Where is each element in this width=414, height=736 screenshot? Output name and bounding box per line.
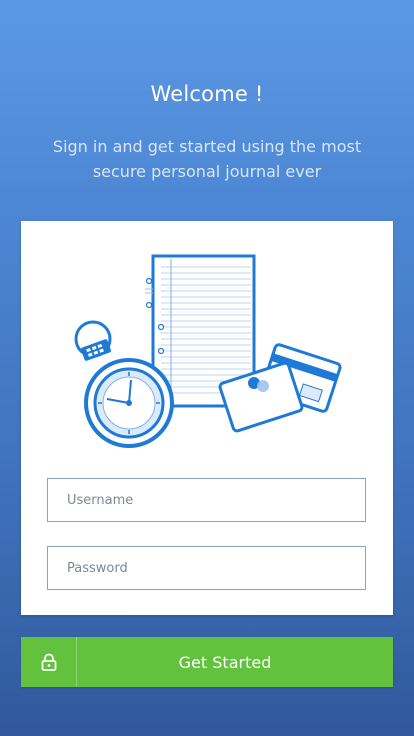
- page-subtitle: Sign in and get started using the most s…: [52, 137, 362, 181]
- lock-icon: [21, 637, 77, 687]
- journal-illustration: [74, 254, 342, 448]
- username-input[interactable]: [48, 479, 365, 521]
- password-field[interactable]: [47, 546, 366, 590]
- username-field[interactable]: [47, 478, 366, 522]
- page-title: Welcome !: [150, 82, 264, 106]
- sign-in-card: [21, 221, 393, 615]
- get-started-button[interactable]: Get Started: [21, 637, 393, 687]
- password-input[interactable]: [48, 547, 365, 589]
- get-started-label: Get Started: [178, 652, 272, 672]
